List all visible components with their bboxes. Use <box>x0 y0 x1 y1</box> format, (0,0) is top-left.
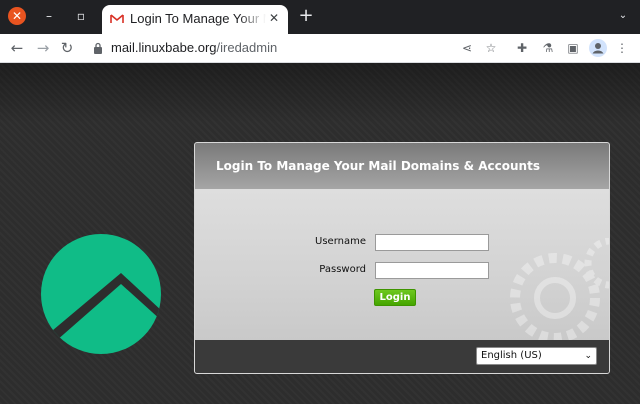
back-arrow-icon[interactable]: ← <box>8 39 26 57</box>
password-label: Password <box>319 264 366 275</box>
login-title: Login To Manage Your Mail Domains & Acco… <box>216 159 540 173</box>
browser-window: ✕ – ▫ Login To Manage Your Mail Domains … <box>0 0 640 404</box>
flask-icon[interactable]: ⚗ <box>540 40 556 56</box>
gears-icon <box>510 238 609 343</box>
maximize-icon[interactable]: ▫ <box>73 8 89 24</box>
plus-icon[interactable]: + <box>298 7 314 25</box>
tab-title: Login To Manage Your Mail Domains & Acco… <box>130 11 266 26</box>
tab-active[interactable]: Login To Manage Your Mail Domains & Acco… <box>102 5 288 34</box>
address-bar[interactable]: mail.linuxbabe.org/iredadmin <box>111 40 277 55</box>
profile-icon[interactable] <box>589 39 607 57</box>
star-icon[interactable]: ☆ <box>483 40 499 56</box>
tab-bar: ✕ – ▫ Login To Manage Your Mail Domains … <box>0 0 640 34</box>
language-select[interactable]: English (US) ⌄ <box>476 347 597 365</box>
reload-icon[interactable]: ↻ <box>58 39 76 57</box>
username-input[interactable] <box>375 234 489 251</box>
puzzle-icon[interactable]: ✚ <box>514 40 530 56</box>
username-label: Username <box>315 236 366 247</box>
language-selected: English (US) <box>481 350 542 361</box>
password-input[interactable] <box>375 262 489 279</box>
login-footer: English (US) ⌄ <box>195 340 609 373</box>
forward-arrow-icon[interactable]: → <box>34 39 52 57</box>
minimize-icon[interactable]: – <box>41 8 57 24</box>
lock-icon[interactable] <box>93 42 103 54</box>
toolbar: ← → ↻ mail.linuxbabe.org/iredadmin ⋖ ☆ ✚… <box>0 34 640 63</box>
gmail-favicon-icon <box>110 14 124 23</box>
login-button[interactable]: Login <box>374 289 416 306</box>
page-content: Login To Manage Your Mail Domains & Acco… <box>0 63 640 404</box>
url-domain: mail.linuxbabe.org <box>111 40 217 55</box>
login-panel: Login To Manage Your Mail Domains & Acco… <box>194 142 610 374</box>
kebab-menu-icon[interactable]: ⋮ <box>614 40 630 56</box>
side-panel-icon[interactable]: ▣ <box>565 40 581 56</box>
share-icon[interactable]: ⋖ <box>459 40 475 56</box>
page-shade <box>0 63 640 123</box>
login-header: Login To Manage Your Mail Domains & Acco… <box>195 143 609 189</box>
chevron-down-icon[interactable]: ⌄ <box>616 9 630 23</box>
close-icon[interactable]: ✕ <box>8 7 26 25</box>
rocky-logo-icon <box>41 234 161 354</box>
chevron-down-icon: ⌄ <box>584 351 592 361</box>
tab-close-icon[interactable]: ✕ <box>267 11 281 25</box>
url-path: /iredadmin <box>216 40 278 55</box>
